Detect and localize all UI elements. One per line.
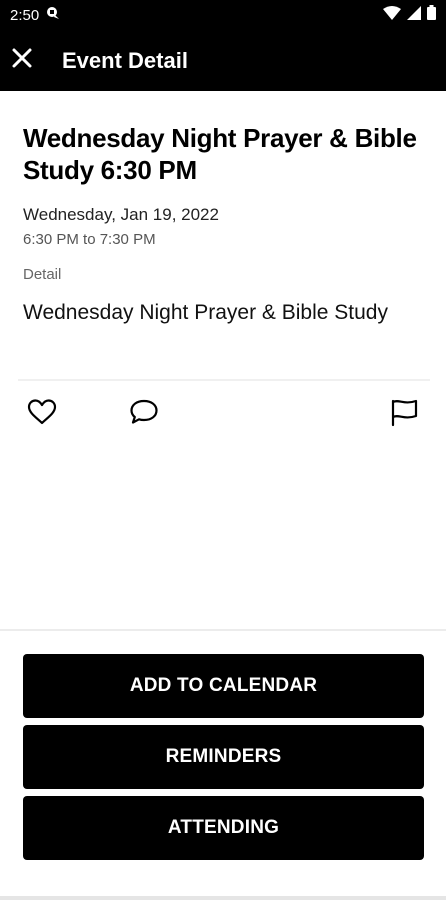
event-time-range: 6:30 PM to 7:30 PM xyxy=(23,231,156,248)
section-divider xyxy=(0,629,446,631)
report-button[interactable] xyxy=(386,396,422,432)
signal-icon xyxy=(407,5,421,25)
heart-icon xyxy=(27,398,57,430)
event-title: Wednesday Night Prayer & Bible Study 6:3… xyxy=(23,123,417,185)
detail-text: Wednesday Night Prayer & Bible Study xyxy=(23,301,388,324)
status-right xyxy=(383,5,436,25)
detail-label: Detail xyxy=(23,266,62,283)
attending-label: ATTENDING xyxy=(167,817,280,838)
status-left: 2:50 xyxy=(10,6,61,24)
like-button[interactable] xyxy=(24,396,60,432)
event-date: Wednesday, Jan 19, 2022 xyxy=(23,205,219,224)
notification-icon xyxy=(45,6,61,24)
battery-icon xyxy=(427,5,436,25)
app-bar: Event Detail xyxy=(0,30,446,91)
add-to-calendar-button[interactable]: ADD TO CALENDAR xyxy=(23,654,424,718)
status-time: 2:50 xyxy=(10,6,40,24)
reminders-label: REMINDERS xyxy=(165,746,282,767)
add-to-calendar-label: ADD TO CALENDAR xyxy=(129,675,318,696)
wifi-icon xyxy=(383,5,401,25)
divider xyxy=(18,379,430,381)
comment-button[interactable] xyxy=(126,396,162,432)
page-title: Event Detail xyxy=(62,47,188,73)
bottom-divider xyxy=(0,896,446,900)
close-button[interactable] xyxy=(0,39,44,83)
status-bar: 2:50 xyxy=(0,0,446,30)
close-icon xyxy=(11,47,33,74)
flag-icon xyxy=(389,397,419,432)
reminders-button[interactable]: REMINDERS xyxy=(23,725,424,789)
comment-icon xyxy=(129,398,159,431)
attending-button[interactable]: ATTENDING xyxy=(23,796,424,860)
